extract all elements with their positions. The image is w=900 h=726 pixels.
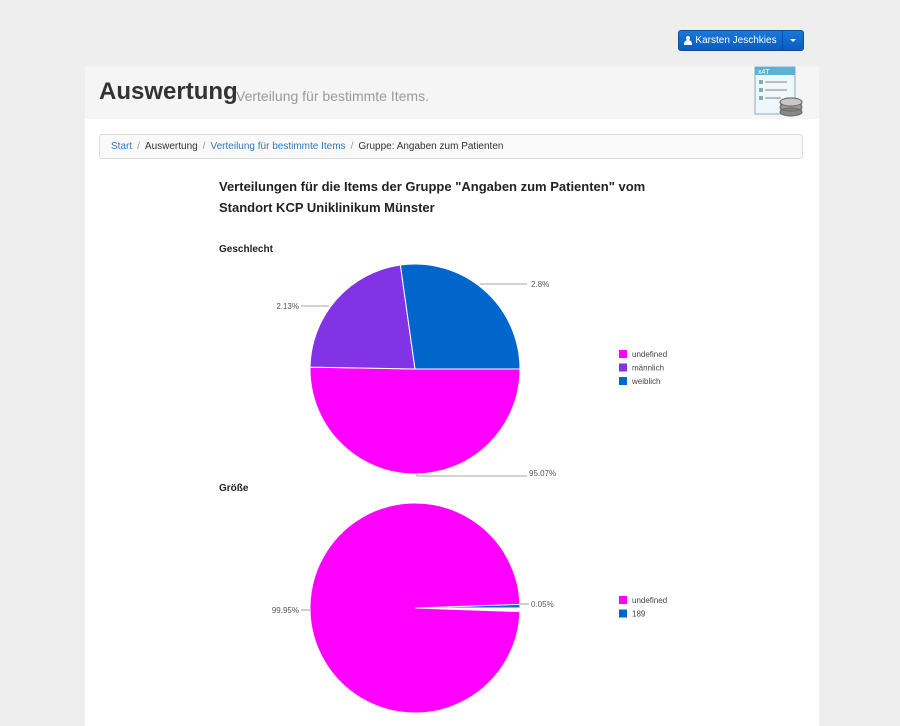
- legend-swatch: [619, 596, 627, 604]
- pie-slice: [309, 264, 416, 370]
- user-dropdown-toggle[interactable]: [783, 31, 803, 50]
- pie-slice: [399, 263, 521, 370]
- user-name-label: Karsten Jeschkies: [695, 35, 777, 46]
- user-menu-button[interactable]: Karsten Jeschkies: [678, 30, 804, 51]
- legend-label: undefined: [632, 350, 667, 359]
- slice-value-label: 0.05%: [531, 600, 554, 609]
- legend-swatch: [619, 609, 627, 618]
- caret-down-icon: [790, 39, 796, 42]
- legend-label: 189: [632, 610, 646, 619]
- main-panel: Auswertung Verteilung für bestimmte Item…: [85, 66, 819, 726]
- user-icon: [684, 36, 693, 45]
- slice-value-label: 95.07%: [529, 469, 556, 478]
- pie-charts-area: 95.07% 2.13% 2.8% undefined männlich weiblich…: [272, 263, 667, 714]
- legend-swatch: [619, 363, 627, 372]
- legend-swatch: [619, 377, 627, 385]
- slice-label-leader: [416, 473, 527, 477]
- legend-label: männlich: [632, 364, 664, 373]
- legend-label: weiblich: [631, 377, 660, 386]
- legend-label: undefined: [632, 596, 667, 605]
- pie-slice: [309, 366, 521, 475]
- slice-value-label: 99.95%: [272, 606, 299, 615]
- slice-value-label: 2.8%: [531, 280, 549, 289]
- user-name-button[interactable]: Karsten Jeschkies: [679, 31, 783, 50]
- slice-value-label: 2.13%: [276, 302, 299, 311]
- legend-swatch: [619, 350, 627, 358]
